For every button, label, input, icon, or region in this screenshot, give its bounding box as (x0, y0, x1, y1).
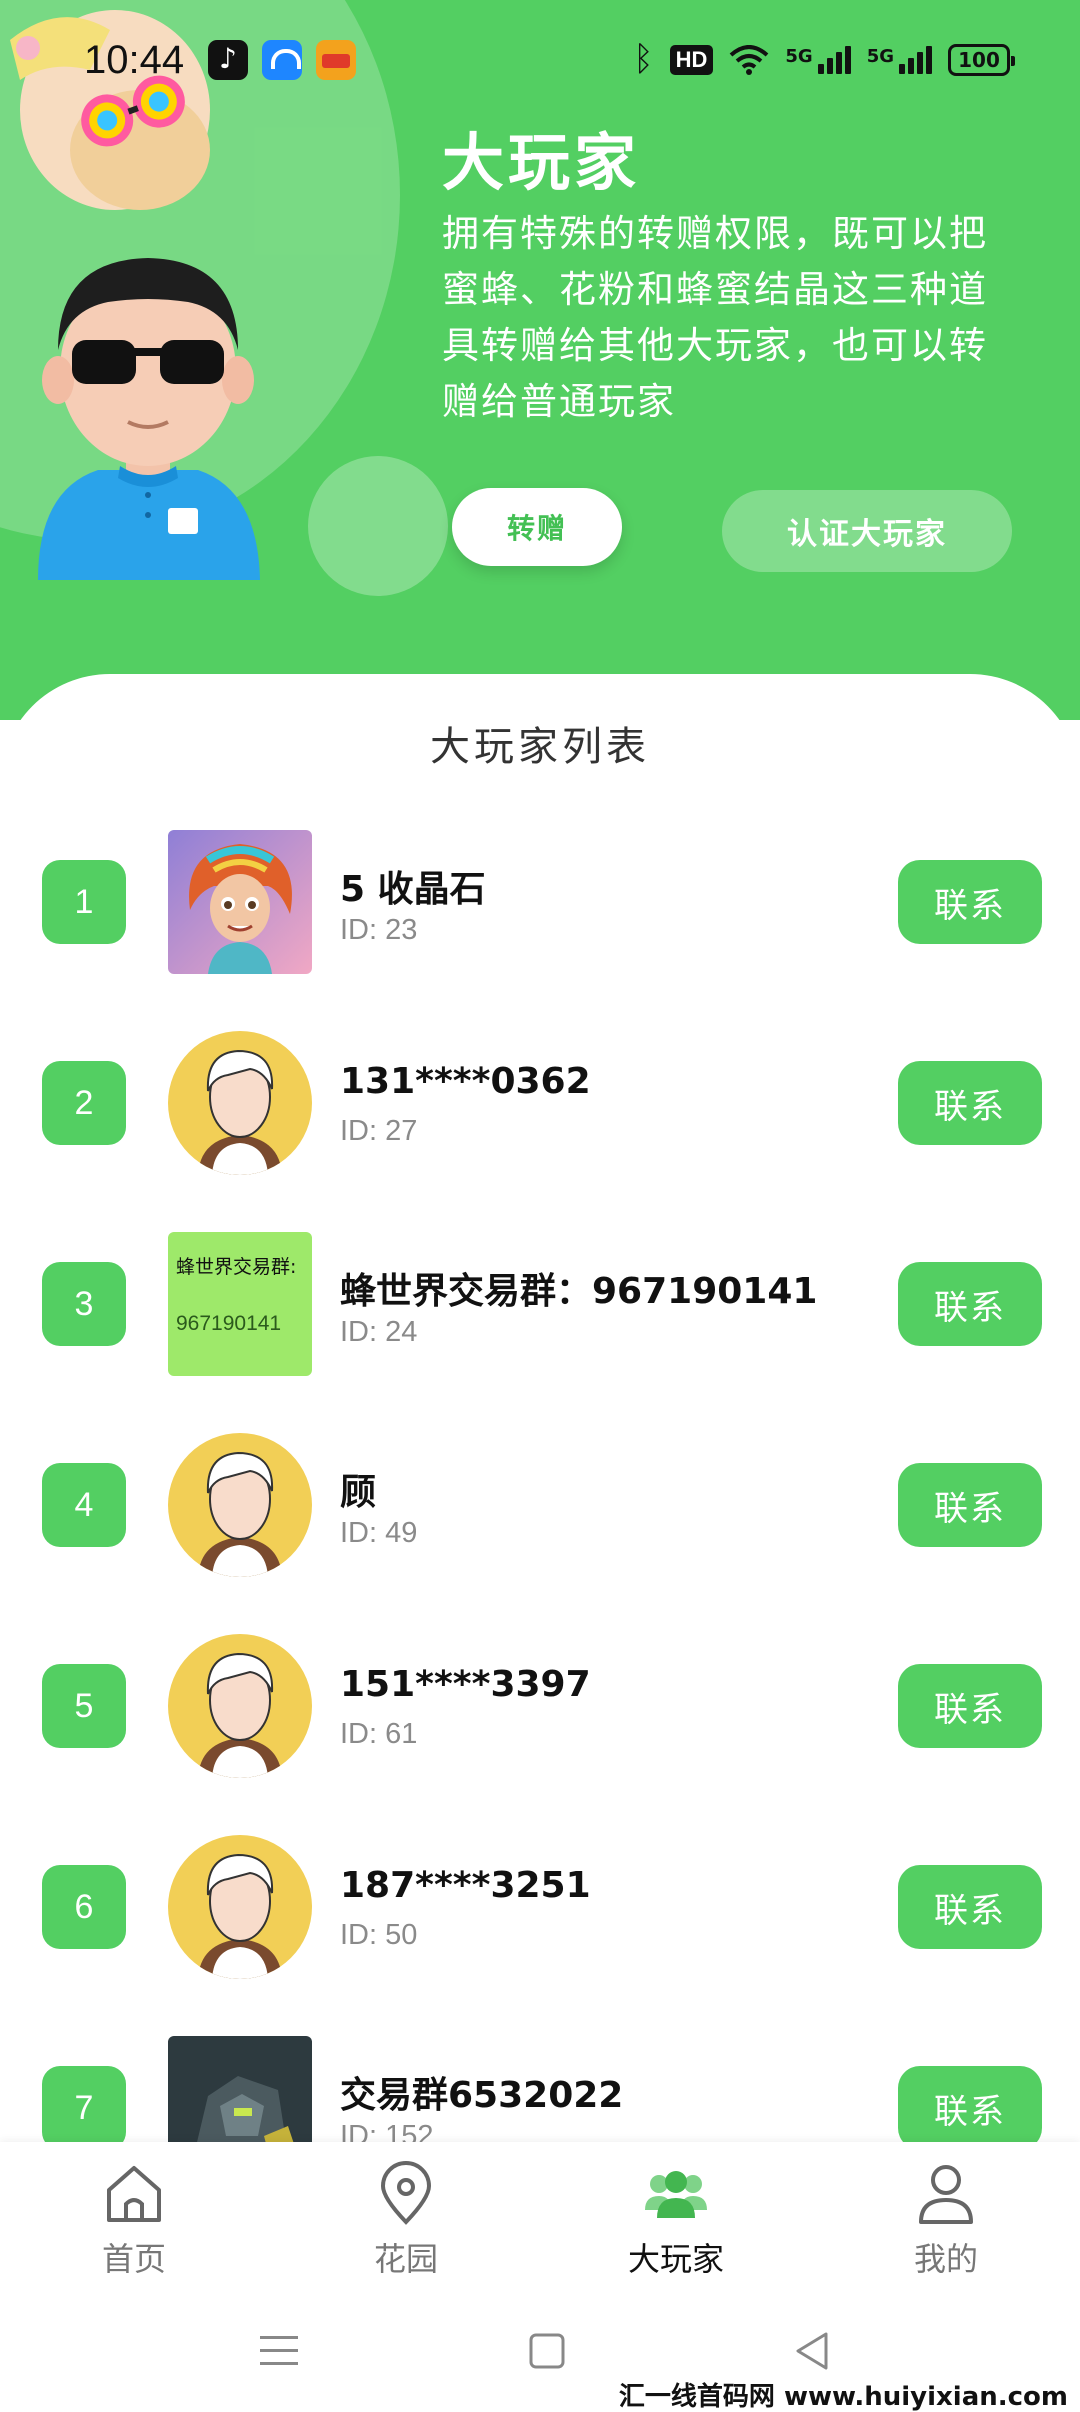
player-rank: 2 (42, 1061, 126, 1145)
profile-icon (919, 2165, 973, 2224)
home-button-icon[interactable] (522, 2326, 572, 2376)
hd-voice-icon: HD (669, 44, 714, 75)
wifi-icon (729, 44, 769, 75)
transfer-button[interactable]: 转赠 (452, 488, 622, 566)
player-avatar[interactable] (168, 2036, 312, 2144)
cartoon-girl-avatar (168, 830, 312, 974)
nav-item-players[interactable]: 大玩家 (586, 2158, 766, 2278)
contact-button[interactable]: 联系 (898, 1262, 1042, 1346)
player-row[interactable]: 3 蜂世界交易群: 967190141 蜂世界交易群：967190141 ID:… (0, 1232, 1080, 1376)
battery-icon: 100 (948, 43, 1015, 76)
player-id: ID: 152 (340, 2120, 434, 2144)
player-id: ID: 50 (340, 1919, 418, 1951)
player-avatar[interactable] (168, 1433, 312, 1577)
page-title: 大玩家 (442, 126, 641, 199)
tiktok-app-icon (208, 40, 248, 80)
player-rank: 6 (42, 1865, 126, 1949)
contact-button[interactable]: 联系 (898, 2066, 1042, 2144)
robot-image-avatar (168, 2036, 312, 2144)
player-row[interactable]: 7 交易群6532022 ID: 152 联系 (0, 2036, 1080, 2144)
player-name: 187****3251 (340, 1865, 591, 1906)
player-avatar[interactable] (168, 1634, 312, 1778)
player-id: ID: 23 (340, 914, 418, 946)
player-row[interactable]: 1 5 收晶石 ID: 23 联系 (0, 830, 1080, 974)
nav-label-garden: 花园 (373, 2240, 438, 2278)
signal-icon: 5G (785, 45, 851, 74)
player-avatar[interactable] (168, 1835, 312, 1979)
decorative-bubble-small (308, 456, 448, 596)
contact-button[interactable]: 联系 (898, 1865, 1042, 1949)
player-avatar[interactable] (168, 1031, 312, 1175)
default-avatar-icon (168, 1634, 312, 1778)
default-avatar-icon (168, 1031, 312, 1175)
default-avatar-icon (168, 1835, 312, 1979)
player-list-card: 大玩家列表 1 5 收晶石 ID: 23 联系 2 131****0362 ID… (0, 674, 1080, 2144)
garden-icon (380, 2161, 432, 2225)
avatar-text-line-1: 蜂世界交易群: (176, 1256, 297, 1278)
player-rank: 3 (42, 1262, 126, 1346)
nav-label-profile: 我的 (913, 2240, 978, 2278)
contact-button[interactable]: 联系 (898, 1664, 1042, 1748)
player-name: 顾 (340, 1472, 377, 1513)
home-icon (107, 2166, 161, 2222)
player-row[interactable]: 5 151****3397 ID: 61 联系 (0, 1634, 1080, 1778)
player-rank: 7 (42, 2066, 126, 2144)
nav-label-home: 首页 (101, 2240, 166, 2278)
player-row[interactable]: 2 131****0362 ID: 27 联系 (0, 1031, 1080, 1175)
default-avatar-icon (168, 1433, 312, 1577)
menu-icon[interactable] (254, 2326, 304, 2376)
player-name: 蜂世界交易群：967190141 (340, 1271, 818, 1312)
players-icon (645, 2171, 707, 2218)
shopping-app-icon (316, 40, 356, 80)
bottom-nav: 首页 花园 大玩家 我的 (0, 2142, 1080, 2292)
player-rank: 1 (42, 860, 126, 944)
contact-button[interactable]: 联系 (898, 860, 1042, 944)
nav-item-profile[interactable]: 我的 (856, 2158, 1036, 2278)
player-rank: 4 (42, 1463, 126, 1547)
player-row[interactable]: 4 顾 ID: 49 联系 (0, 1433, 1080, 1577)
player-name: 交易群6532022 (340, 2075, 624, 2116)
player-avatar[interactable]: 蜂世界交易群: 967190141 (168, 1232, 312, 1376)
contact-button[interactable]: 联系 (898, 1061, 1042, 1145)
nav-item-garden[interactable]: 花园 (316, 2158, 496, 2278)
contact-button[interactable]: 联系 (898, 1463, 1042, 1547)
player-id: ID: 49 (340, 1517, 418, 1549)
bluetooth-icon: ᛒ (633, 40, 654, 78)
page-description: 拥有特殊的转赠权限，既可以把蜜蜂、花粉和蜂蜜结晶这三种道具转赠给其他大玩家，也可… (442, 212, 988, 423)
player-id: ID: 24 (340, 1316, 418, 1348)
verify-player-button[interactable]: 认证大玩家 (722, 490, 1012, 572)
signal-icon-2: 5G (867, 45, 932, 74)
player-name: 151****3397 (340, 1664, 591, 1705)
notification-app-icon (262, 40, 302, 80)
nav-item-home[interactable]: 首页 (44, 2158, 224, 2278)
status-time: 10:44 (84, 38, 185, 82)
player-rank: 5 (42, 1664, 126, 1748)
header-banner: 10:44 ᛒ HD 5G 5G 100 大玩家 拥有特殊的转赠权限，既可以把蜜… (0, 0, 1080, 720)
avatar-text-line-2: 967190141 (176, 1312, 282, 1335)
character-illustration-main (38, 258, 260, 580)
player-row[interactable]: 6 187****3251 ID: 50 联系 (0, 1835, 1080, 1979)
status-bar: 10:44 ᛒ HD 5G 5G 100 (0, 0, 1080, 110)
watermark: 汇一线首码网 www.huiyixian.com (614, 2376, 1072, 2412)
player-avatar[interactable] (168, 830, 312, 974)
back-icon[interactable] (788, 2326, 838, 2376)
player-name: 131****0362 (340, 1061, 591, 1102)
nav-label-players: 大玩家 (627, 2240, 724, 2278)
player-name: 5 收晶石 (340, 869, 486, 910)
list-title: 大玩家列表 (430, 724, 650, 770)
player-id: ID: 27 (340, 1115, 418, 1147)
player-id: ID: 61 (340, 1718, 418, 1750)
